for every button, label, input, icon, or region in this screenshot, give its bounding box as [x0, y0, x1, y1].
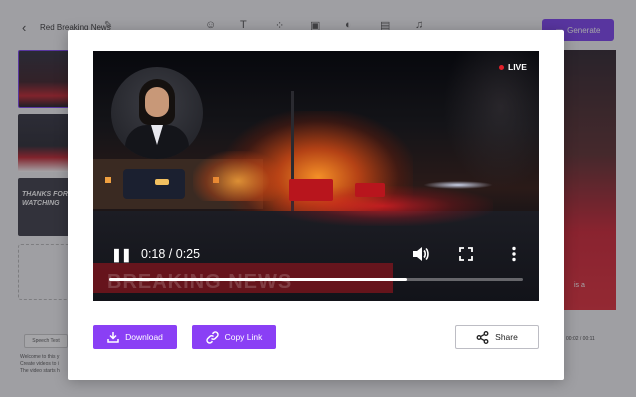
scene-vehicle [123, 169, 185, 199]
live-dot-icon [499, 64, 504, 70]
fullscreen-icon[interactable] [459, 247, 473, 266]
share-label: Share [495, 332, 518, 342]
scene-tree [443, 51, 539, 191]
link-icon [205, 330, 219, 344]
lower-third-text: BREAKING NEWS [107, 271, 293, 293]
download-icon [107, 331, 119, 343]
scene-fire-truck [289, 179, 333, 201]
live-label: LIVE [508, 62, 527, 72]
copy-link-button[interactable]: Copy Link [192, 325, 276, 349]
share-button[interactable]: Share [455, 325, 539, 349]
copy-link-label: Copy Link [224, 332, 263, 342]
progress-bar[interactable] [109, 278, 523, 281]
pause-icon[interactable]: ❚❚ [111, 247, 132, 263]
live-badge: LIVE [499, 62, 527, 72]
volume-icon[interactable] [411, 246, 429, 267]
scene-street-lights [423, 181, 493, 189]
presenter-avatar [111, 67, 203, 159]
scene-fire [193, 151, 283, 201]
more-vertical-icon[interactable] [511, 246, 517, 267]
scene-fire-truck [355, 183, 385, 197]
video-player[interactable]: BREAKING NEWS LIVE ❚❚ 0:18 / 0:25 [93, 51, 539, 301]
download-button[interactable]: Download [93, 325, 177, 349]
share-icon [476, 330, 489, 344]
download-label: Download [125, 332, 163, 342]
progress-fill [109, 278, 408, 281]
scene-vehicle-light [155, 179, 169, 185]
time-display: 0:18 / 0:25 [141, 247, 201, 261]
video-preview-modal: BREAKING NEWS LIVE ❚❚ 0:18 / 0:25 Downlo… [68, 30, 564, 380]
